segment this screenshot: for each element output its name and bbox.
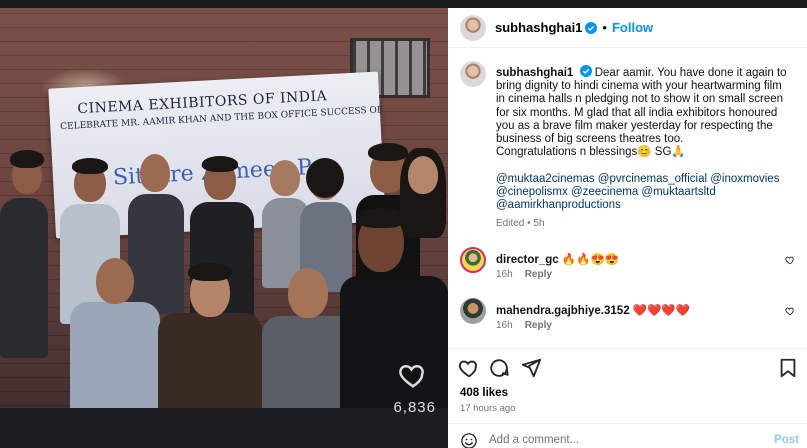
comments-scroll-area[interactable]: subhashghai1 Dear aamir. You have done i… <box>448 49 807 347</box>
comment-username[interactable]: mahendra.gajbhiye.3152 <box>496 305 630 317</box>
view-count: 6,836 <box>393 399 436 416</box>
comment-item: director_gc 🔥🔥😍😍 16h Reply <box>460 247 795 287</box>
add-comment-input[interactable]: Add a comment... <box>489 434 579 446</box>
caption-tags[interactable]: @muktaa2cinemas @pvrcinemas_official @in… <box>496 173 779 211</box>
avatar[interactable] <box>460 14 486 41</box>
post-header: subhashghai1 • Follow <box>448 8 807 48</box>
bookmark-icon[interactable] <box>777 357 799 379</box>
comment-text: ❤️❤️❤️❤️ <box>632 305 691 317</box>
follow-button[interactable]: Follow <box>612 20 653 35</box>
edited-timestamp: Edited • 5h <box>496 218 545 230</box>
post-username[interactable]: subhashghai1 <box>495 20 582 35</box>
stage-floor <box>0 408 448 448</box>
comment-meta: 16h Reply <box>496 320 552 331</box>
comment-content: mahendra.gajbhiye.3152 ❤️❤️❤️❤️ <box>496 303 690 317</box>
avatar[interactable] <box>460 61 486 87</box>
avatar[interactable] <box>460 298 486 324</box>
post-timestamp: 17 hours ago <box>460 403 516 414</box>
verified-badge-icon <box>585 21 598 34</box>
post-comment-button[interactable]: Post <box>774 434 799 446</box>
post-details-panel: subhashghai1 • Follow subhashghai1 Dear … <box>448 8 807 448</box>
verified-badge-icon <box>579 65 592 77</box>
avatar[interactable] <box>460 247 486 273</box>
comment-icon[interactable] <box>488 357 510 379</box>
comment-time: 16h <box>496 320 513 331</box>
separator-dot: • <box>602 20 607 35</box>
comment-time: 16h <box>496 269 513 280</box>
reply-button[interactable]: Reply <box>525 320 552 331</box>
heart-icon <box>399 364 424 388</box>
heart-icon[interactable] <box>785 255 795 265</box>
emoji-icon[interactable] <box>460 432 478 448</box>
comment-meta: 16h Reply <box>496 269 552 280</box>
heart-icon[interactable] <box>785 306 795 316</box>
comment-content: director_gc 🔥🔥😍😍 <box>496 252 619 266</box>
share-icon[interactable] <box>520 357 542 379</box>
heart-icon[interactable] <box>458 357 480 379</box>
post-media[interactable]: CINEMA EXHIBITORS OF INDIA CELEBRATE MR.… <box>0 8 448 448</box>
comment-item: mahendra.gajbhiye.3152 ❤️❤️❤️❤️ 16h Reply <box>460 298 795 338</box>
reply-button[interactable]: Reply <box>525 269 552 280</box>
comment-username[interactable]: director_gc <box>496 254 559 266</box>
top-bar <box>0 0 807 8</box>
caption-closing: Congratulations n blessings😊 SG🙏 <box>496 146 686 159</box>
add-comment-row: Add a comment... Post <box>448 423 807 448</box>
likes-count[interactable]: 408 likes <box>460 387 508 399</box>
comment-text: 🔥🔥😍😍 <box>561 254 620 266</box>
post-actions: 408 likes 17 hours ago Add a comment... … <box>448 348 807 448</box>
caption-username[interactable]: subhashghai1 <box>496 67 573 79</box>
caption-text: subhashghai1 Dear aamir. You have done i… <box>496 65 792 230</box>
